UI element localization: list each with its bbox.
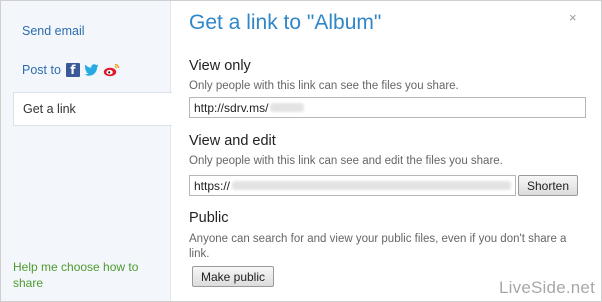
public-description: Anyone can search for and view your publ…	[189, 233, 567, 260]
shorten-button[interactable]: Shorten	[518, 175, 578, 196]
help-choose-link[interactable]: Help me choose how to share	[13, 259, 163, 291]
redacted-link	[232, 181, 511, 190]
view-edit-heading: View and edit	[189, 133, 276, 149]
sidebar-item-label: Send email	[22, 24, 85, 38]
redacted-link	[270, 103, 305, 112]
view-edit-description: Only people with this link can see and e…	[189, 155, 503, 167]
view-edit-link-text: https://	[194, 178, 231, 193]
share-dialog: Send email Post to f Get a link Help me …	[0, 0, 602, 302]
view-only-heading: View only	[189, 58, 251, 74]
social-icons: f	[65, 63, 120, 77]
close-icon[interactable]: ×	[569, 10, 577, 25]
share-sidebar: Send email Post to f Get a link Help me …	[1, 1, 172, 301]
view-only-link-field[interactable]: http://sdrv.ms/	[189, 97, 586, 118]
sidebar-item-get-link[interactable]: Get a link	[13, 92, 172, 126]
twitter-icon	[84, 63, 99, 76]
view-edit-link-field[interactable]: https://	[189, 175, 516, 196]
facebook-icon: f	[65, 63, 80, 77]
sidebar-item-label: Post to	[22, 63, 61, 77]
weibo-icon	[103, 63, 120, 77]
sidebar-item-post-to[interactable]: Post to f	[1, 53, 171, 87]
share-main-panel: Get a link to "Album" × View only Only p…	[189, 1, 601, 301]
make-public-button[interactable]: Make public	[192, 266, 274, 287]
view-only-link-text: http://sdrv.ms/	[194, 100, 269, 115]
dialog-title: Get a link to "Album"	[189, 11, 382, 34]
sidebar-item-label: Get a link	[23, 102, 76, 116]
sidebar-item-send-email[interactable]: Send email	[1, 14, 171, 48]
public-heading: Public	[189, 210, 229, 226]
view-only-description: Only people with this link can see the f…	[189, 80, 459, 92]
watermark: LiveSide.net	[499, 278, 595, 297]
